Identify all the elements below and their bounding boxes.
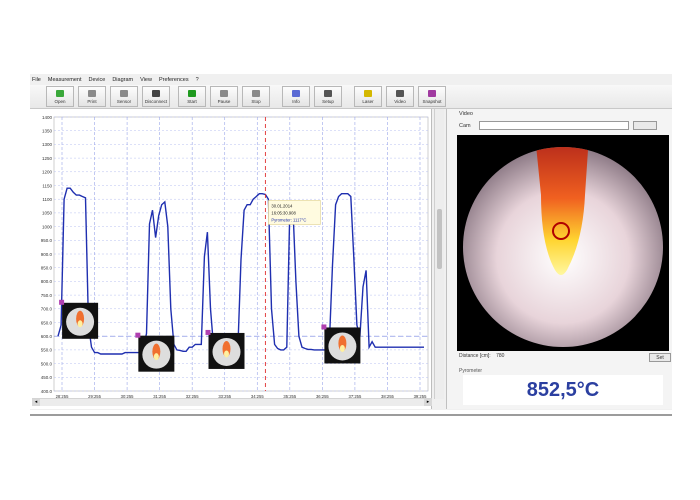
y-tick-label: 1050 (42, 211, 53, 216)
snapshot-thumbnail[interactable] (321, 324, 361, 364)
cam-select[interactable] (479, 121, 629, 130)
printer-icon (88, 89, 96, 97)
toolbar-button-label: Snapshot (422, 98, 442, 104)
video-button[interactable]: Video (386, 86, 414, 107)
divider (30, 414, 672, 416)
cam-label: Cam (459, 123, 471, 129)
temperature-chart[interactable]: 1400 1350 1300 1250 1200 1150 1100 1050 1000 950.… (30, 109, 432, 409)
start-button[interactable]: Start (178, 86, 206, 107)
toolbar-button-label: Laser (362, 98, 374, 104)
toolbar-button-label: Print (87, 98, 97, 104)
y-tick-label: 1300 (42, 142, 53, 147)
video-panel: Video Cam Distance [cm]: 780 Set Pyromet… (446, 109, 672, 409)
distance-value: 780 (496, 353, 505, 359)
toolbar-button-label: Stop (251, 98, 261, 104)
menu-bar: File Measurement Device Diagram View Pre… (30, 74, 672, 85)
set-button[interactable]: Set (649, 353, 671, 362)
sensor-icon (120, 89, 128, 97)
menu-preferences[interactable]: Preferences (159, 77, 189, 83)
tooltip-time: 16:05:30.908 (271, 210, 296, 215)
distance-label: Distance [cm]: (459, 353, 491, 359)
laser-button[interactable]: Laser (354, 86, 382, 107)
tooltip-value: Pyrometer: 1117°C (271, 217, 306, 222)
toolbar-button-label: Video (394, 98, 406, 104)
y-tick-label: 750.0 (41, 293, 53, 298)
pyrometer-label: Pyrometer (459, 368, 483, 374)
folder-icon (56, 89, 64, 97)
pause-icon (220, 89, 228, 97)
video-icon (396, 89, 404, 97)
cam-button[interactable] (633, 121, 657, 130)
toolbar-button-label: Sensor (116, 98, 132, 104)
toolbar-button-label: Pause (217, 98, 231, 104)
y-tick-label: 600.0 (41, 334, 53, 339)
menu-view[interactable]: View (140, 77, 152, 83)
info-button[interactable]: Info (282, 86, 310, 107)
toolbar-button-label: Info (292, 98, 300, 104)
disconnect-button[interactable]: Disconnect (142, 86, 170, 107)
menu-help[interactable]: ? (196, 77, 199, 83)
y-tick-label: 550.0 (41, 348, 53, 353)
info-icon (292, 89, 300, 97)
y-tick-label: 900.0 (41, 252, 53, 257)
y-tick-label: 1200 (42, 170, 53, 175)
chart-panel[interactable]: 1400 1350 1300 1250 1200 1150 1100 1050 1000 950.… (30, 109, 432, 409)
y-tick-label: 950.0 (41, 238, 53, 243)
menu-measurement[interactable]: Measurement (48, 77, 82, 83)
y-tick-label: 500.0 (41, 361, 53, 366)
y-tick-label: 650.0 (41, 320, 53, 325)
menu-device[interactable]: Device (89, 77, 106, 83)
open-button[interactable]: Open (46, 86, 74, 107)
vertical-scrollbar[interactable] (434, 109, 444, 399)
toolbar: Open Print Sensor Disconnect Start Pause Stop I… (30, 85, 672, 109)
y-tick-label: 700.0 (41, 307, 53, 312)
toolbar-button-label: Start (187, 98, 197, 104)
stop-icon (252, 89, 260, 97)
y-tick-label: 1000 (42, 224, 53, 229)
y-tick-label: 450.0 (41, 375, 53, 380)
y-tick-label: 1100 (42, 197, 52, 202)
toolbar-button-label: Open (54, 98, 66, 104)
scrollbar-thumb[interactable] (437, 209, 442, 269)
setup-button[interactable]: Setup (314, 86, 342, 107)
print-button[interactable]: Print (78, 86, 106, 107)
y-tick-label: 1400 (42, 115, 53, 120)
snapshot-thumbnail[interactable] (59, 299, 99, 339)
snapshot-icon (428, 89, 436, 97)
temperature-readout: 852,5°C (463, 375, 663, 405)
menu-diagram[interactable]: Diagram (112, 77, 133, 83)
sensor-button[interactable]: Sensor (110, 86, 138, 107)
video-panel-title: Video (459, 111, 473, 117)
snapshot-thumbnail[interactable] (135, 332, 175, 372)
disconnect-icon (152, 89, 160, 97)
tooltip-date: 30.01.2014 (271, 203, 293, 208)
video-feed[interactable] (457, 135, 669, 351)
menu-file[interactable]: File (32, 77, 41, 83)
distance-row: Distance [cm]: 780 Set (459, 353, 671, 363)
laser-icon (364, 89, 372, 97)
pause-button[interactable]: Pause (210, 86, 238, 107)
snapshot-thumbnail[interactable] (205, 329, 245, 369)
y-tick-label: 1250 (42, 156, 53, 161)
horizontal-scrollbar[interactable]: ◂ ▸ (32, 398, 432, 406)
snapshot-button[interactable]: Snapshot (418, 86, 446, 107)
y-tick-label: 800.0 (41, 279, 53, 284)
setup-icon (324, 89, 332, 97)
play-icon (188, 89, 196, 97)
toolbar-button-label: Disconnect (144, 98, 168, 104)
toolbar-button-label: Setup (322, 98, 334, 104)
y-tick-label: 1150 (42, 183, 52, 188)
y-tick-label: 850.0 (41, 266, 53, 271)
y-tick-label: 1350 (42, 129, 53, 134)
scroll-right-icon[interactable]: ▸ (424, 399, 432, 406)
app-window: File Measurement Device Diagram View Pre… (30, 74, 672, 410)
scroll-left-icon[interactable]: ◂ (32, 399, 40, 406)
y-tick-label: 400.0 (41, 389, 53, 394)
stop-button[interactable]: Stop (242, 86, 270, 107)
